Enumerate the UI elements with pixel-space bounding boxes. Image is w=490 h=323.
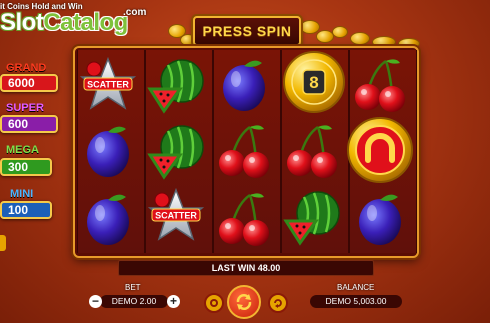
cherry-symbol xyxy=(214,121,274,181)
cherry-symbol xyxy=(214,189,274,249)
scatter-symbol: SCATTER xyxy=(146,186,206,246)
cherry-icon xyxy=(355,59,405,112)
coin-icon: 8 xyxy=(283,51,345,113)
cherry-icon xyxy=(219,125,269,178)
last-win-display: LAST WIN 48.00 xyxy=(118,260,374,276)
scatter-text: SCATTER xyxy=(87,80,129,90)
jackpot-mega: MEGA xyxy=(6,144,39,156)
jackpot-mini-value: 100 xyxy=(0,201,52,219)
plum-icon xyxy=(87,194,129,245)
watermelon-icon xyxy=(283,191,340,246)
scatter-symbol: SCATTER xyxy=(78,55,138,115)
bet-increase-button[interactable]: + xyxy=(167,295,180,308)
plum-symbol xyxy=(214,55,274,115)
bet-label: BET xyxy=(125,283,141,292)
coins-icon xyxy=(210,299,218,307)
coin-value-symbol: 8 xyxy=(282,50,346,114)
plum-icon xyxy=(87,126,129,177)
coin-value-text: 8 xyxy=(309,73,318,92)
autoplay-button[interactable] xyxy=(268,293,288,313)
spin-button[interactable] xyxy=(227,285,261,319)
jackpot-mega-value: 300 xyxy=(0,158,52,176)
plum-icon xyxy=(359,194,401,245)
watermark-logo: SlotCatalog xyxy=(0,9,128,36)
cherry-icon xyxy=(219,193,269,246)
jackpot-super-value: 600 xyxy=(0,115,58,133)
coins-button[interactable] xyxy=(204,293,224,313)
cherry-symbol xyxy=(282,121,342,181)
horseshoe-icon xyxy=(347,117,413,183)
cherry-symbol xyxy=(350,55,410,115)
jackpot-mega-label: MEGA xyxy=(6,144,39,156)
star-icon: SCATTER xyxy=(147,187,205,241)
balance-label: BALANCE xyxy=(337,283,375,292)
cherry-icon xyxy=(287,125,337,178)
spin-icon xyxy=(236,294,252,310)
plum-symbol xyxy=(350,189,410,249)
watermelon-symbol xyxy=(146,55,206,115)
jackpot-grand-label: GRAND xyxy=(6,62,47,74)
plum-symbol xyxy=(78,121,138,181)
jackpot-grand: GRAND xyxy=(6,62,46,74)
jackpot-super: SUPER xyxy=(6,102,44,114)
side-menu-tab[interactable] xyxy=(0,235,6,251)
star-icon: SCATTER xyxy=(79,56,137,110)
watermelon-icon xyxy=(147,59,204,114)
watermelon-symbol xyxy=(282,187,342,247)
balance-value: DEMO 5,003.00 xyxy=(310,295,402,308)
watermelon-symbol xyxy=(146,121,206,181)
autoplay-icon xyxy=(274,299,282,308)
bet-value: DEMO 2.00 xyxy=(100,295,168,308)
scatter-text: SCATTER xyxy=(155,211,197,221)
coin-decoration xyxy=(332,26,348,38)
jackpot-mini-label: MINI xyxy=(10,188,34,200)
watermark-com: .com xyxy=(123,7,147,18)
plum-icon xyxy=(223,60,265,111)
jackpot-mini: MINI xyxy=(10,188,33,200)
coin-decoration xyxy=(350,32,370,45)
press-spin-banner[interactable]: PRESS SPIN xyxy=(193,16,301,46)
bet-decrease-button[interactable]: − xyxy=(89,295,102,308)
watermelon-icon xyxy=(147,125,204,180)
plum-symbol xyxy=(78,189,138,249)
jackpot-grand-value: 6000 xyxy=(0,74,58,92)
horseshoe-coin-symbol xyxy=(346,116,414,184)
jackpot-super-label: SUPER xyxy=(6,102,44,114)
